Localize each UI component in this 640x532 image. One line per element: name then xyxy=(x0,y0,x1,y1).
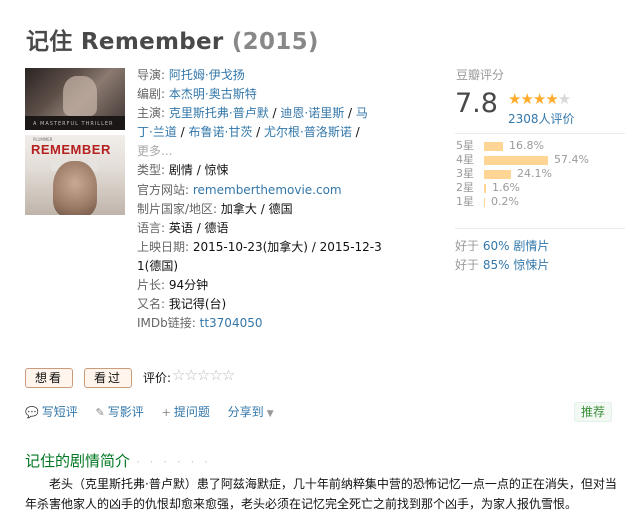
runtime-label: 片长: xyxy=(137,278,166,293)
rating-row: 2星 1.6% xyxy=(456,181,636,195)
rating-percent: 1.6% xyxy=(492,181,520,194)
director-label: 导演: xyxy=(137,68,166,82)
rate-label: 评价: xyxy=(143,371,172,385)
recommend-button[interactable]: 推荐 xyxy=(574,402,613,422)
poster-image-secondary[interactable]: PLUMMER REMEMBER xyxy=(25,135,125,215)
language-label: 语言: xyxy=(137,220,166,235)
heading-dots: · · · · · · xyxy=(136,455,211,469)
country-label: 制片国家/地区: xyxy=(137,201,218,216)
genre-rank-link[interactable]: 60% 剧情片 xyxy=(483,239,550,253)
rating-percent: 0.2% xyxy=(491,195,519,208)
star-icon: ★ xyxy=(557,90,571,108)
movie-info: 导演: 阿托姆·伊戈扬 编剧: 本杰明·奥古斯特 主演: 克里斯托弗·普卢默 /… xyxy=(137,68,382,331)
rating-bar xyxy=(484,170,511,179)
rate-stars-input[interactable]: ☆☆☆☆☆ xyxy=(172,366,235,384)
cast-link[interactable]: 尤尔根·普洛斯诺 xyxy=(264,125,352,139)
star-level-label: 2星 xyxy=(456,181,474,194)
rating-percent: 16.8% xyxy=(509,139,544,152)
runtime-value: 94分钟 xyxy=(168,278,209,293)
share-link[interactable]: 分享到 xyxy=(228,405,264,419)
writer-label: 编剧: xyxy=(137,87,166,102)
rating-percent: 24.1% xyxy=(517,167,552,180)
rating-stars: ★★★★★ xyxy=(508,90,571,108)
release-value: 2015-10-23(加拿大) / 2015-12-3 xyxy=(192,239,382,254)
writer-link[interactable]: 本杰明·奥古斯特 xyxy=(169,87,257,101)
plus-icon: + xyxy=(161,406,171,419)
rating-bar xyxy=(484,198,485,207)
caret-down-icon: ▼ xyxy=(266,409,274,419)
synopsis-title: 记住的剧情简介 xyxy=(25,452,131,470)
rating-distribution: 5星 16.8% 4星 57.4% 3星 24.1% 2星 1.6% 1星 0.2% xyxy=(456,139,636,209)
genre-value: 剧情 / 惊悚 xyxy=(168,163,229,178)
rating-label: 豆瓣评分 xyxy=(456,68,505,82)
rating-row: 4星 57.4% xyxy=(456,153,636,167)
language-value: 英语 / 德语 xyxy=(168,220,229,235)
page-title: 记住 Remember (2015) xyxy=(26,22,319,56)
better-than: 好于 60% 剧情片 好于 85% 惊悚片 xyxy=(455,228,625,275)
rating-bar xyxy=(484,156,548,165)
site-label: 官方网站: xyxy=(137,182,190,197)
pencil-icon: ✎ xyxy=(95,406,105,419)
review-link[interactable]: 写影评 xyxy=(108,405,144,419)
official-site-link[interactable]: rememberthemovie.com xyxy=(193,183,342,197)
movie-name: 记住 Remember xyxy=(26,29,224,55)
synopsis-text: 老头（克里斯托弗·普卢默）患了阿兹海默症，几十年前纳粹集中营的恐怖记忆一点一点的… xyxy=(25,477,617,511)
director-link[interactable]: 阿托姆·伊戈扬 xyxy=(169,68,245,82)
more-cast-link[interactable]: 更多... xyxy=(137,144,172,158)
imdb-label: IMDb链接: xyxy=(137,316,196,331)
genre-label: 类型: xyxy=(137,163,166,178)
cast-label: 主演: xyxy=(137,106,166,121)
action-bar: 💬 写短评 ✎ 写影评 + 提问题 分享到 ▼ xyxy=(25,403,288,420)
rating-row: 5星 16.8% xyxy=(456,139,636,153)
cast-link[interactable]: 克里斯托弗·普卢默 xyxy=(169,106,269,120)
star-level-label: 5星 xyxy=(456,139,474,152)
wish-button[interactable]: 想看 xyxy=(25,368,74,388)
better-than-prefix: 好于 xyxy=(455,239,480,253)
star-level-label: 4星 xyxy=(456,153,474,166)
rating-bar xyxy=(484,142,503,151)
better-than-prefix: 好于 xyxy=(455,258,480,272)
aka-label: 又名: xyxy=(137,297,166,312)
rating-row: 3星 24.1% xyxy=(456,167,636,181)
divider xyxy=(455,133,625,134)
question-link[interactable]: 提问题 xyxy=(174,405,210,419)
star-icon: ★★★★ xyxy=(508,90,559,108)
genre-rank-link[interactable]: 85% 惊悚片 xyxy=(483,258,550,272)
short-review-link[interactable]: 写短评 xyxy=(42,405,78,419)
aka-value: 我记得(台) xyxy=(168,297,227,312)
seen-button[interactable]: 看过 xyxy=(84,368,133,388)
cast-link[interactable]: 布鲁诺·甘茨 xyxy=(189,125,253,139)
rating-row: 1星 0.2% xyxy=(456,195,636,209)
poster-image[interactable]: A MASTERFUL THRILLER xyxy=(25,68,125,130)
release-label: 上映日期: xyxy=(137,239,190,254)
rating-count-link[interactable]: 2308人评价 xyxy=(508,110,575,127)
star-level-label: 3星 xyxy=(456,167,474,180)
rating-score: 7.8 xyxy=(455,88,498,119)
cast-link[interactable]: 迪恩·诺里斯 xyxy=(280,106,344,120)
imdb-link[interactable]: tt3704050 xyxy=(200,316,263,330)
rating-bar xyxy=(484,184,486,193)
movie-year: (2015) xyxy=(231,29,319,55)
star-level-label: 1星 xyxy=(456,195,474,208)
synopsis-heading: 记住的剧情简介 · · · · · · xyxy=(25,450,211,471)
rating-percent: 57.4% xyxy=(554,153,589,166)
country-value: 加拿大 / 德国 xyxy=(220,201,293,216)
release-value-cont: 1(德国) xyxy=(137,258,178,273)
comment-icon: 💬 xyxy=(25,406,39,419)
